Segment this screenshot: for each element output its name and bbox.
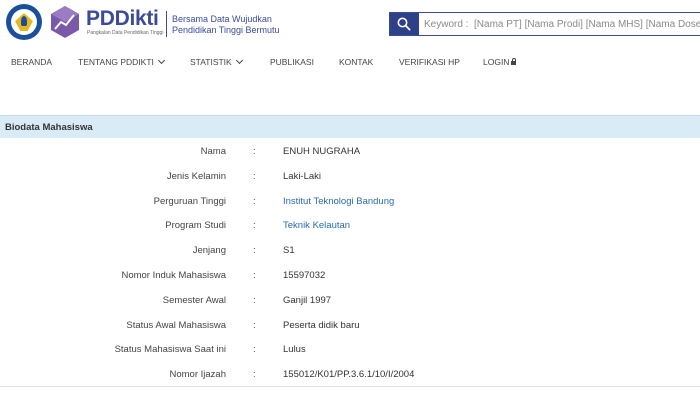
search-icon <box>397 17 411 31</box>
section-title: Biodata Mahasiswa <box>5 122 93 133</box>
nav-publikasi-label: PUBLIKASI <box>270 57 314 67</box>
biodata-colon: : <box>253 146 256 157</box>
biodata-value-nim: 15597032 <box>283 270 326 281</box>
nav-tentang-pddikti-label: TENTANG PDDIKTI <box>78 57 154 67</box>
search-button[interactable] <box>390 13 419 35</box>
biodata-row-perguruan-tinggi: Perguruan Tinggi : Institut Teknologi Ba… <box>0 190 700 214</box>
nav-tentang-pddikti[interactable]: TENTANG PDDIKTI <box>78 56 165 67</box>
biodata-value-jenis-kelamin: Laki-Laki <box>283 170 322 182</box>
search-input[interactable] <box>424 15 700 33</box>
biodata-row-program-studi: Program Studi : Teknik Kelautan <box>0 214 700 238</box>
biodata-row-status-awal: Status Awal Mahasiswa : Peserta didik ba… <box>0 314 700 338</box>
chevron-down-icon <box>157 56 165 65</box>
biodata-value-status-saat-ini: Lulus <box>283 344 306 356</box>
biodata-label: Jenis Kelamin <box>166 170 226 182</box>
biodata-row-jenis-kelamin: Jenis Kelamin : Laki-Laki <box>0 165 700 189</box>
site-header: PDDikti Pangkalan Data Pendidikan Tinggi… <box>0 0 700 48</box>
biodata-label: Jenjang <box>192 245 226 257</box>
brand-name[interactable]: PDDikti <box>86 7 159 31</box>
lock-icon <box>511 58 517 65</box>
biodata-colon: : <box>253 294 256 306</box>
perguruan-tinggi-link[interactable]: Institut Teknologi Bandung <box>283 196 394 207</box>
biodata-row-semester-awal: Semester Awal : Ganjil 1997 <box>0 289 700 313</box>
main-nav: BERANDA TENTANG PDDIKTI STATISTIK PUBLIK… <box>0 52 700 74</box>
biodata-row-nomor-ijazah: Nomor Ijazah : 155012/K01/PP.3.6.1/10/I/… <box>0 363 700 387</box>
nav-login[interactable]: LOGIN <box>483 57 517 67</box>
biodata-value-status-awal: Peserta didik baru <box>283 319 360 331</box>
chevron-down-icon <box>235 56 243 65</box>
nav-beranda-label: BERANDA <box>11 57 53 67</box>
biodata-value-semester-awal: Ganjil 1997 <box>283 294 332 306</box>
biodata-row-status-saat-ini: Status Mahasiswa Saat ini : Lulus <box>0 338 700 362</box>
brand-divider <box>166 11 167 37</box>
biodata-colon: : <box>253 245 256 257</box>
biodata-value-nomor-ijazah: 155012/K01/PP.3.6.1/10/I/2004 <box>283 369 415 381</box>
biodata-label: Program Studi <box>165 220 226 232</box>
section-header: Biodata Mahasiswa <box>0 115 700 138</box>
nav-kontak[interactable]: KONTAK <box>339 57 373 67</box>
brand-tagline: Pangkalan Data Pendidikan Tinggi <box>87 30 164 36</box>
biodata-colon: : <box>253 195 256 207</box>
biodata-colon: : <box>253 270 256 281</box>
nav-login-label: LOGIN <box>483 57 510 67</box>
pddikti-logo-icon[interactable] <box>48 5 82 39</box>
nav-statistik-label: STATISTIK <box>190 57 232 67</box>
program-studi-link[interactable]: Teknik Kelautan <box>283 220 350 231</box>
slogan-line-1: Bersama Data Wujudkan <box>172 14 272 24</box>
biodata-colon: : <box>253 220 256 232</box>
biodata-colon: : <box>253 170 256 182</box>
biodata-label: Nomor Ijazah <box>169 369 227 381</box>
biodata-value-jenjang: S1 <box>283 245 295 257</box>
biodata-row-nama: Nama : ENUH NUGRAHA <box>0 140 700 164</box>
biodata-label: Semester Awal <box>162 294 226 306</box>
nav-statistik[interactable]: STATISTIK <box>190 56 243 67</box>
bottom-divider <box>0 386 700 387</box>
biodata-row-nim: Nomor Induk Mahasiswa : 15597032 <box>0 264 700 288</box>
tut-wuri-handayani-logo-icon[interactable] <box>6 4 42 40</box>
biodata-label: Status Awal Mahasiswa <box>126 319 226 331</box>
biodata-colon: : <box>253 369 256 381</box>
biodata-colon: : <box>253 344 256 356</box>
nav-kontak-label: KONTAK <box>339 57 374 67</box>
search-bar <box>389 12 700 36</box>
biodata-label: Nama <box>200 146 226 157</box>
biodata-row-jenjang: Jenjang : S1 <box>0 239 700 263</box>
brand-slogan: Bersama Data Wujudkan Pendidikan Tinggi … <box>172 14 280 36</box>
biodata-label: Status Mahasiswa Saat ini <box>114 344 226 356</box>
nav-beranda[interactable]: BERANDA <box>11 57 52 67</box>
slogan-line-2: Pendidikan Tinggi Bermutu <box>172 25 280 35</box>
nav-publikasi[interactable]: PUBLIKASI <box>270 57 314 67</box>
nav-verifikasi-hp[interactable]: VERIFIKASI HP <box>399 57 460 67</box>
biodata-label: Perguruan Tinggi <box>153 195 226 207</box>
biodata-label: Nomor Induk Mahasiswa <box>121 270 226 281</box>
biodata-value-nama: ENUH NUGRAHA <box>283 146 361 157</box>
biodata-colon: : <box>253 319 256 331</box>
nav-verifikasi-hp-label: VERIFIKASI HP <box>399 57 460 67</box>
